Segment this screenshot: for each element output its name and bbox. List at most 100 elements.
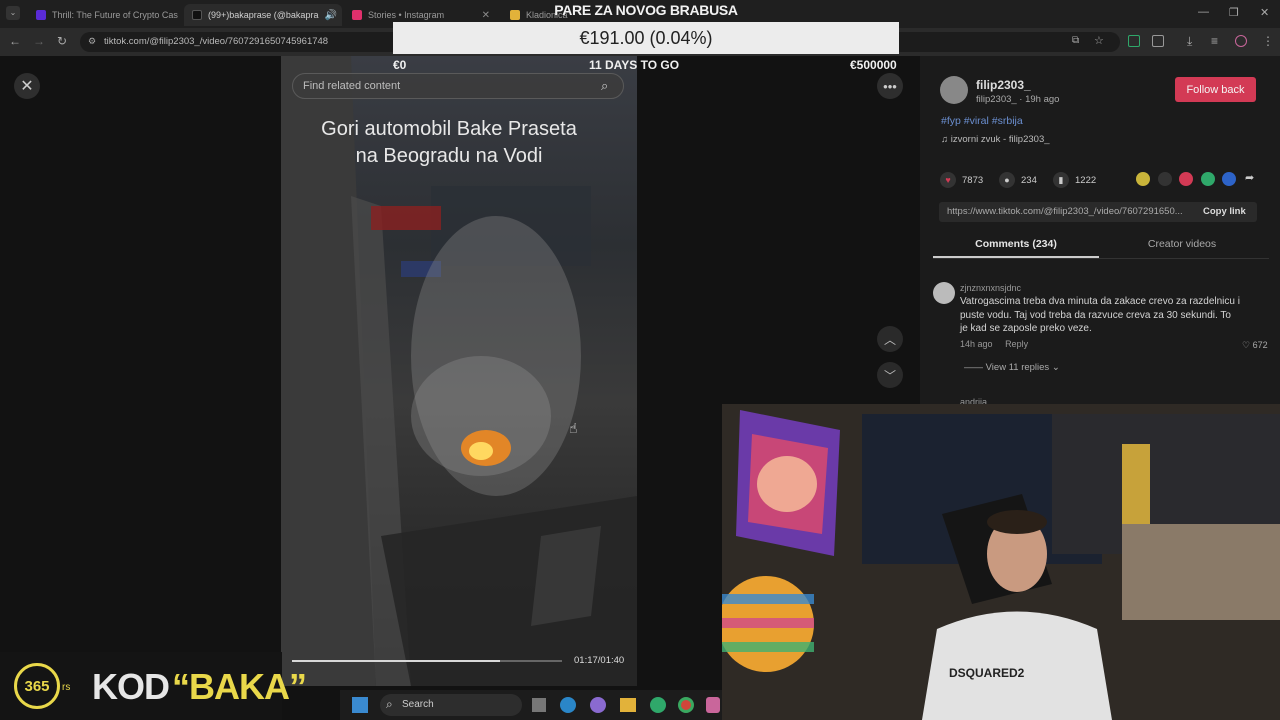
search-icon[interactable]: ⌕ <box>601 78 608 94</box>
save-count: 1222 <box>1075 174 1097 186</box>
avatar[interactable] <box>933 282 955 304</box>
send-share-icon[interactable] <box>1179 172 1193 186</box>
stream-goal-title: PARE ZA NOVOG BRABUSA <box>554 2 738 18</box>
music-note-icon: ♫ <box>941 134 951 145</box>
author-subtitle: filip2303_ · 19h ago <box>976 94 1060 105</box>
browser-tab[interactable]: Thrill: The Future of Crypto Cas ✕ <box>28 4 178 26</box>
comment-like-count: 672 <box>1252 340 1268 350</box>
copy-link-button[interactable]: Copy link <box>1203 206 1246 217</box>
video-link-box[interactable]: https://www.tiktok.com/@filip2303_/video… <box>939 202 1257 222</box>
comment-username[interactable]: zjnznxnxnsjdnc <box>960 283 1021 293</box>
comment-likes[interactable]: ♡ 672 <box>1242 340 1268 351</box>
facebook-icon[interactable] <box>1222 172 1236 186</box>
bookmark-icon[interactable]: ▮ <box>1053 172 1069 188</box>
back-icon[interactable]: ← <box>9 34 21 48</box>
install-icon[interactable]: ⧉ <box>1072 35 1079 46</box>
whatsapp-icon[interactable] <box>1201 172 1215 186</box>
app-icon[interactable] <box>706 697 720 713</box>
menu-kebab-icon[interactable]: ⋮ <box>1262 34 1274 48</box>
search-input[interactable]: Find related content <box>303 80 400 92</box>
streamer-webcam: DSQUARED2 <box>722 404 1280 720</box>
caption-line: na Beogradu na Vodi <box>355 145 543 167</box>
extension-icon[interactable] <box>1128 35 1140 47</box>
taskbar-search[interactable]: ⌕ Search <box>380 694 522 716</box>
tab-creator-videos[interactable]: Creator videos <box>1099 238 1265 250</box>
sponsor-banner: 365 rs KOD “BAKA” <box>0 652 307 720</box>
windows-taskbar: ⌕ Search <box>340 690 722 720</box>
maximize-icon[interactable]: ❐ <box>1229 6 1239 19</box>
sponsor-logo-suffix: rs <box>62 682 71 693</box>
comment-stat[interactable]: ● 234 <box>999 172 1037 188</box>
view-replies-button[interactable]: —— View 11 replies ⌄ <box>964 362 1060 373</box>
browser-tab-active[interactable]: (99+)bakaprase (@bakapra 🔊 ✕ <box>184 4 342 26</box>
promo-code-label: KOD <box>92 666 170 707</box>
url-text[interactable]: tiktok.com/@filip2303_/video/76072916507… <box>104 36 328 47</box>
video-progress-bar[interactable] <box>292 660 562 662</box>
edge-icon[interactable] <box>560 697 576 713</box>
goal-days-left: 11 DAYS TO GO <box>589 58 680 72</box>
avatar[interactable] <box>940 76 968 104</box>
comment-icon[interactable]: ● <box>999 172 1015 188</box>
bookmark-star-icon[interactable]: ☆ <box>1094 34 1104 47</box>
reading-list-icon[interactable]: ≡ <box>1211 34 1218 48</box>
search-icon: ⌕ <box>386 697 393 711</box>
like-stat[interactable]: ♥ 7873 <box>940 172 983 188</box>
crypto-favicon-icon <box>36 10 46 20</box>
divider: —— <box>964 362 986 373</box>
video-info-panel: filip2303_ filip2303_ · 19h ago Follow b… <box>920 56 1280 407</box>
profile-avatar-icon[interactable] <box>1235 35 1247 47</box>
related-content-search[interactable]: Find related content ⌕ <box>292 73 624 99</box>
reply-button[interactable]: Reply <box>1005 339 1028 349</box>
previous-video-button[interactable]: ︿ <box>877 326 903 352</box>
save-stat[interactable]: ▮ 1222 <box>1053 172 1096 188</box>
minimize-icon[interactable]: — <box>1198 6 1209 18</box>
share-arrow-icon[interactable]: ➦ <box>1245 171 1254 184</box>
reload-icon[interactable]: ↻ <box>57 34 67 48</box>
music-info[interactable]: ♫ izvorni zvuk - filip2303_ <box>941 134 1050 145</box>
hashtags[interactable]: #fyp #viral #srbija <box>941 115 1023 127</box>
music-label: izvorni zvuk - filip2303_ <box>950 134 1050 145</box>
whatsapp-icon[interactable] <box>650 697 666 713</box>
video-link-text[interactable]: https://www.tiktok.com/@filip2303_/video… <box>947 206 1191 217</box>
tab-title: (99+)bakaprase (@bakapra <box>208 10 319 20</box>
copilot-icon[interactable] <box>590 697 606 713</box>
comment-time: 14h ago <box>960 339 993 349</box>
sponsor-logo: 365 <box>14 663 60 709</box>
mute-tab-icon[interactable]: 🔊 <box>324 10 336 21</box>
tab-title: Thrill: The Future of Crypto Cas <box>52 10 178 20</box>
download-icon[interactable]: ⤓ <box>1187 34 1192 49</box>
embed-code-icon[interactable] <box>1158 172 1172 186</box>
coin-share-icon[interactable] <box>1136 172 1150 186</box>
promo-code: “BAKA” <box>172 666 307 707</box>
goal-target: €500000 <box>850 58 897 72</box>
follow-back-button[interactable]: Follow back <box>1175 77 1256 102</box>
dsquared-shirt-logo: DSQUARED2 <box>949 666 1025 680</box>
video-progress-fill <box>292 660 500 662</box>
heart-outline-icon[interactable]: ♡ <box>1242 340 1253 350</box>
windows-start-icon[interactable] <box>352 697 368 713</box>
like-count: 7873 <box>962 174 984 186</box>
divider <box>933 258 1269 259</box>
chevron-down-icon: ⌄ <box>1049 362 1060 373</box>
video-time: 01:17/01:40 <box>574 655 625 666</box>
tab-list-dropdown-icon[interactable]: ⌄ <box>6 6 20 20</box>
view-replies-label: View 11 replies <box>985 362 1050 373</box>
heart-icon[interactable]: ♥ <box>940 172 956 188</box>
author-name[interactable]: filip2303_ <box>976 78 1031 92</box>
more-options-button[interactable]: ••• <box>877 73 903 99</box>
mouse-cursor-icon: ☝ <box>569 420 578 436</box>
close-video-button[interactable]: ✕ <box>14 73 40 99</box>
tab-comments[interactable]: Comments (234) <box>933 238 1099 250</box>
chrome-icon[interactable] <box>678 697 694 713</box>
site-info-icon[interactable]: ⚙ <box>88 36 96 47</box>
task-view-icon[interactable] <box>532 698 546 712</box>
close-window-icon[interactable]: ✕ <box>1260 6 1269 19</box>
comment-meta: 14h ago Reply <box>960 339 1028 349</box>
file-explorer-icon[interactable] <box>620 698 636 712</box>
forward-icon[interactable]: → <box>33 34 45 48</box>
stream-goal-amount: €191.00 (0.04%) <box>579 27 713 48</box>
video-caption: Gori automobil Bake Praseta na Beogradu … <box>287 116 611 170</box>
stream-goal-info-row: €0 11 DAYS TO GO €500000 <box>393 58 899 72</box>
next-video-button[interactable]: ﹀ <box>877 362 903 388</box>
puzzle-extensions-icon[interactable] <box>1152 35 1164 47</box>
